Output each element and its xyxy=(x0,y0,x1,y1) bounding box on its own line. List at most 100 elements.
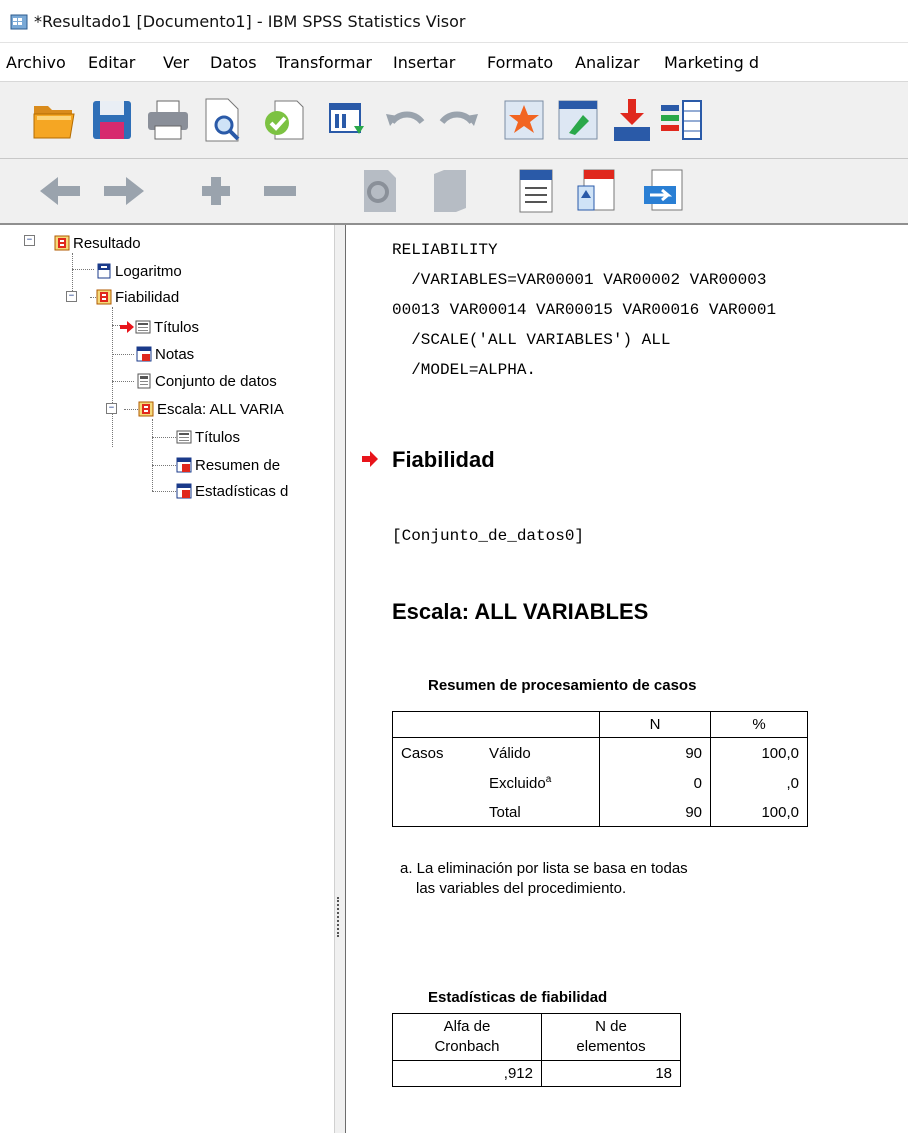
tree-item-label: Resultado xyxy=(73,234,141,252)
output-book-icon xyxy=(96,289,112,305)
expand-plus-icon[interactable] xyxy=(190,165,242,217)
notes-icon xyxy=(136,346,152,362)
row-group-label: Casos xyxy=(392,737,481,768)
tree-item-label: Notas xyxy=(155,345,195,363)
tree-item-label: Conjunto de datos xyxy=(155,372,277,390)
insert-heading-icon[interactable] xyxy=(510,165,562,217)
output-book-icon xyxy=(54,235,70,251)
menu-bar: Archivo Editar Ver Datos Transformar Ins… xyxy=(0,43,908,82)
tree-line xyxy=(72,269,94,270)
open-folder-icon[interactable] xyxy=(28,94,80,146)
title-icon xyxy=(176,430,192,444)
row-label-text: Excluido xyxy=(489,775,546,792)
menu-analizar[interactable]: Analizar xyxy=(575,53,640,72)
collapse-toggle[interactable]: − xyxy=(24,235,35,246)
column-header-n: N xyxy=(599,711,711,738)
menu-transformar[interactable]: Transformar xyxy=(276,53,372,72)
row-group-spacer xyxy=(392,768,481,798)
export-icon[interactable] xyxy=(258,94,310,146)
main-toolbar xyxy=(0,82,908,159)
goto-variable-icon[interactable] xyxy=(552,94,604,146)
tree-item-label: Logaritmo xyxy=(115,262,182,280)
cell-alpha: ,912 xyxy=(392,1060,542,1087)
tree-item-estadisticas[interactable]: Estadísticas d xyxy=(176,479,288,503)
tree-line xyxy=(152,437,176,438)
collapse-toggle[interactable]: − xyxy=(66,291,77,302)
column-header-items: N de elementos xyxy=(541,1013,681,1061)
tree-item-label: Escala: ALL VARIA xyxy=(157,400,284,418)
syntax-line: /VARIABLES=VAR00001 VAR00002 VAR00003 xyxy=(392,271,767,289)
tree-line xyxy=(152,419,153,491)
column-header-pct: % xyxy=(710,711,808,738)
goto-case-icon[interactable] xyxy=(498,94,550,146)
spss-app-icon xyxy=(10,14,28,30)
tree-item-fiabilidad[interactable]: Fiabilidad xyxy=(96,285,179,309)
show-icon[interactable] xyxy=(352,165,404,217)
print-preview-icon[interactable] xyxy=(196,94,248,146)
syntax-line: 00013 VAR00014 VAR00015 VAR00016 VAR0001 xyxy=(392,301,777,319)
tree-item-titulos-2[interactable]: Títulos xyxy=(176,425,240,449)
tree-item-label: Estadísticas d xyxy=(195,482,289,500)
header-line: elementos xyxy=(576,1038,646,1055)
insert-title-icon[interactable] xyxy=(572,165,624,217)
tree-item-escala[interactable]: Escala: ALL VARIA xyxy=(138,397,284,421)
tree-item-label: Fiabilidad xyxy=(115,288,180,306)
output-book-icon xyxy=(138,401,154,417)
tree-item-conjunto-datos[interactable]: Conjunto de datos xyxy=(136,369,277,393)
menu-insertar[interactable]: Insertar xyxy=(393,53,455,72)
menu-ver[interactable]: Ver xyxy=(163,53,189,72)
row-label: Total xyxy=(481,798,600,827)
splitter-grip xyxy=(337,897,342,937)
outline-toolbar xyxy=(0,159,908,225)
tree-item-logaritmo[interactable]: Logaritmo xyxy=(96,259,182,283)
tree-line xyxy=(152,465,176,466)
tree-item-label: Resumen de xyxy=(195,456,281,474)
table-footnote: las variables del procedimiento. xyxy=(416,880,627,897)
current-output-arrow-icon xyxy=(362,451,378,467)
menu-archivo[interactable]: Archivo xyxy=(6,53,66,72)
cell-n: 90 xyxy=(599,798,711,827)
footnote-marker: a xyxy=(545,774,552,785)
menu-formato[interactable]: Formato xyxy=(487,53,553,72)
menu-marketing[interactable]: Marketing d xyxy=(664,53,759,72)
undo-icon[interactable] xyxy=(380,94,432,146)
recall-dialog-icon[interactable] xyxy=(322,94,374,146)
forward-arrow-icon[interactable] xyxy=(98,165,150,217)
cell-pct: ,0 xyxy=(710,768,808,798)
procedure-heading: Fiabilidad xyxy=(392,447,495,472)
save-icon[interactable] xyxy=(86,94,138,146)
menu-datos[interactable]: Datos xyxy=(210,53,257,72)
insert-text-icon[interactable] xyxy=(638,165,690,217)
dataset-icon xyxy=(137,373,151,389)
tree-item-label: Títulos xyxy=(195,428,241,446)
outline-pane: − Resultado Logaritmo − Fiabilidad Títul… xyxy=(0,225,335,1133)
insert-output-icon[interactable] xyxy=(606,94,658,146)
row-label: Válido xyxy=(481,737,600,768)
collapse-minus-icon[interactable] xyxy=(254,165,306,217)
tree-item-resumen[interactable]: Resumen de xyxy=(176,453,280,477)
variables-icon[interactable] xyxy=(656,94,708,146)
pivot-table-icon xyxy=(176,457,192,473)
cell-pct: 100,0 xyxy=(710,798,808,827)
tree-item-label: Títulos xyxy=(154,318,200,336)
tree-item-titulos[interactable]: Títulos xyxy=(120,315,199,339)
cell-n-items: 18 xyxy=(541,1060,681,1087)
tree-line xyxy=(112,307,113,447)
case-summary-caption: Resumen de procesamiento de casos xyxy=(428,677,697,694)
row-label: Excluidoa xyxy=(481,768,600,798)
tree-line xyxy=(112,381,134,382)
hide-icon[interactable] xyxy=(422,165,474,217)
tree-item-resultado[interactable]: Resultado xyxy=(54,231,141,255)
column-header-alpha: Alfa de Cronbach xyxy=(392,1013,542,1061)
redo-icon[interactable] xyxy=(432,94,484,146)
tree-line xyxy=(124,409,138,410)
reliability-table: Alfa de Cronbach N de elementos ,912 18 xyxy=(392,1013,681,1087)
tree-item-notas[interactable]: Notas xyxy=(136,342,194,366)
header-line: N de xyxy=(595,1018,627,1035)
syntax-line: /SCALE('ALL VARIABLES') ALL xyxy=(392,331,671,349)
print-icon[interactable] xyxy=(142,94,194,146)
window-title: *Resultado1 [Documento1] - IBM SPSS Stat… xyxy=(34,12,466,31)
menu-editar[interactable]: Editar xyxy=(88,53,135,72)
back-arrow-icon[interactable] xyxy=(34,165,86,217)
collapse-toggle[interactable]: − xyxy=(106,403,117,414)
